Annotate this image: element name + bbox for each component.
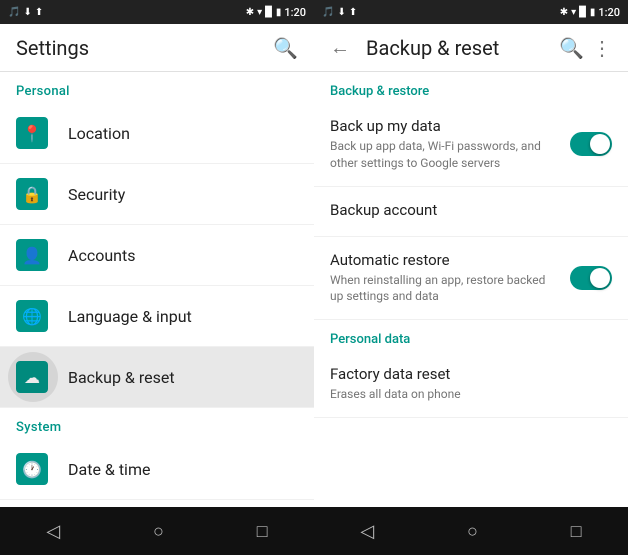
location-label: Location — [68, 124, 130, 143]
upload-icon: ⬆ — [35, 7, 43, 18]
right-ul-icon: ⬆ — [349, 7, 357, 18]
left-status-bar: 🎵 ⬇ ⬆ ✱ ▾ ▉ ▮ 1:20 — [0, 0, 314, 24]
factory-reset-item[interactable]: Factory data reset Erases all data on ph… — [314, 351, 628, 418]
right-nav-bar: ◁ ○ □ — [314, 507, 628, 555]
right-time: 1:20 — [598, 6, 620, 19]
sidebar-item-location[interactable]: 📍 Location — [0, 103, 314, 164]
backup-my-data-title: Back up my data — [330, 117, 558, 135]
backup-my-data-subtitle: Back up app data, Wi-Fi passwords, and o… — [330, 138, 558, 172]
sidebar-item-accounts[interactable]: 👤 Accounts — [0, 225, 314, 286]
right-signal-icon: ▉ — [579, 7, 587, 18]
language-label: Language & input — [68, 307, 192, 326]
accounts-label: Accounts — [68, 246, 135, 265]
backup-account-item[interactable]: Backup account — [314, 187, 628, 237]
backup-restore-header: Backup & restore — [314, 72, 628, 103]
right-app-bar: ← Backup & reset 🔍 ⋮ — [314, 24, 628, 72]
factory-reset-subtitle: Erases all data on phone — [330, 386, 600, 403]
left-app-bar-title: Settings — [16, 36, 265, 60]
status-icons-right: ✱ ▾ ▉ ▮ 1:20 — [246, 6, 306, 19]
sidebar-item-backup[interactable]: ☁ Backup & reset — [0, 347, 314, 408]
right-wifi-icon: ▾ — [571, 7, 576, 18]
bt-icon: 🎵 — [8, 7, 20, 18]
backup-account-title: Backup account — [330, 201, 600, 219]
automatic-restore-toggle[interactable] — [570, 266, 612, 290]
accounts-icon: 👤 — [16, 239, 48, 271]
backup-my-data-content: Back up my data Back up app data, Wi-Fi … — [330, 117, 570, 172]
automatic-restore-title: Automatic restore — [330, 251, 558, 269]
left-home-button[interactable]: ○ — [133, 513, 184, 550]
status-icons-left: 🎵 ⬇ ⬆ — [8, 7, 43, 18]
left-nav-bar: ◁ ○ □ — [0, 507, 314, 555]
left-back-button[interactable]: ◁ — [26, 513, 80, 550]
sidebar-item-security[interactable]: 🔒 Security — [0, 164, 314, 225]
section-system-header: System — [0, 408, 314, 439]
right-app-bar-title: Backup & reset — [366, 36, 551, 60]
right-status-bar: 🎵 ⬇ ⬆ ✱ ▾ ▉ ▮ 1:20 — [314, 0, 628, 24]
sidebar-item-language[interactable]: 🌐 Language & input — [0, 286, 314, 347]
more-options-icon[interactable]: ⋮ — [592, 36, 612, 60]
backup-my-data-toggle[interactable] — [570, 132, 612, 156]
right-status-icons-right: ✱ ▾ ▉ ▮ 1:20 — [560, 6, 620, 19]
back-button[interactable]: ← — [330, 35, 350, 60]
wifi-icon: ▾ — [257, 7, 262, 18]
left-recent-button[interactable]: □ — [237, 513, 288, 550]
right-search-icon[interactable]: 🔍 — [559, 36, 584, 60]
security-icon: 🔒 — [16, 178, 48, 210]
battery-icon: ▮ — [276, 7, 282, 18]
datetime-icon: 🕐 — [16, 453, 48, 485]
right-recent-button[interactable]: □ — [551, 513, 602, 550]
notif-icon: ⬇ — [23, 7, 31, 18]
right-dl-icon: ⬇ — [337, 7, 345, 18]
detail-list: Backup & restore Back up my data Back up… — [314, 72, 628, 507]
left-time: 1:20 — [284, 6, 306, 19]
right-notif-icon: 🎵 — [322, 7, 334, 18]
sidebar-item-datetime[interactable]: 🕐 Date & time — [0, 439, 314, 500]
right-back-button[interactable]: ◁ — [340, 513, 394, 550]
datetime-label: Date & time — [68, 460, 150, 479]
signal-icon: ▉ — [265, 7, 273, 18]
security-label: Security — [68, 185, 125, 204]
right-home-button[interactable]: ○ — [447, 513, 498, 550]
section-personal-header: Personal — [0, 72, 314, 103]
personal-data-header: Personal data — [314, 320, 628, 351]
language-icon: 🌐 — [16, 300, 48, 332]
automatic-restore-item[interactable]: Automatic restore When reinstalling an a… — [314, 237, 628, 321]
factory-reset-content: Factory data reset Erases all data on ph… — [330, 365, 612, 403]
left-panel: 🎵 ⬇ ⬆ ✱ ▾ ▉ ▮ 1:20 Settings 🔍 Personal 📍… — [0, 0, 314, 555]
automatic-restore-content: Automatic restore When reinstalling an a… — [330, 251, 570, 306]
bluetooth-icon: ✱ — [246, 7, 254, 18]
backup-account-content: Backup account — [330, 201, 612, 222]
right-battery-icon: ▮ — [590, 7, 596, 18]
left-app-bar: Settings 🔍 — [0, 24, 314, 72]
left-settings-list: Personal 📍 Location 🔒 Security 👤 Account… — [0, 72, 314, 507]
ripple-effect — [8, 352, 58, 402]
automatic-restore-subtitle: When reinstalling an app, restore backed… — [330, 272, 558, 306]
right-status-icons-left: 🎵 ⬇ ⬆ — [322, 7, 357, 18]
right-panel: 🎵 ⬇ ⬆ ✱ ▾ ▉ ▮ 1:20 ← Backup & reset 🔍 ⋮ … — [314, 0, 628, 555]
factory-reset-title: Factory data reset — [330, 365, 600, 383]
search-icon[interactable]: 🔍 — [273, 36, 298, 60]
right-bt-icon: ✱ — [560, 7, 568, 18]
backup-my-data-item[interactable]: Back up my data Back up app data, Wi-Fi … — [314, 103, 628, 187]
location-icon: 📍 — [16, 117, 48, 149]
backup-label: Backup & reset — [68, 368, 175, 387]
